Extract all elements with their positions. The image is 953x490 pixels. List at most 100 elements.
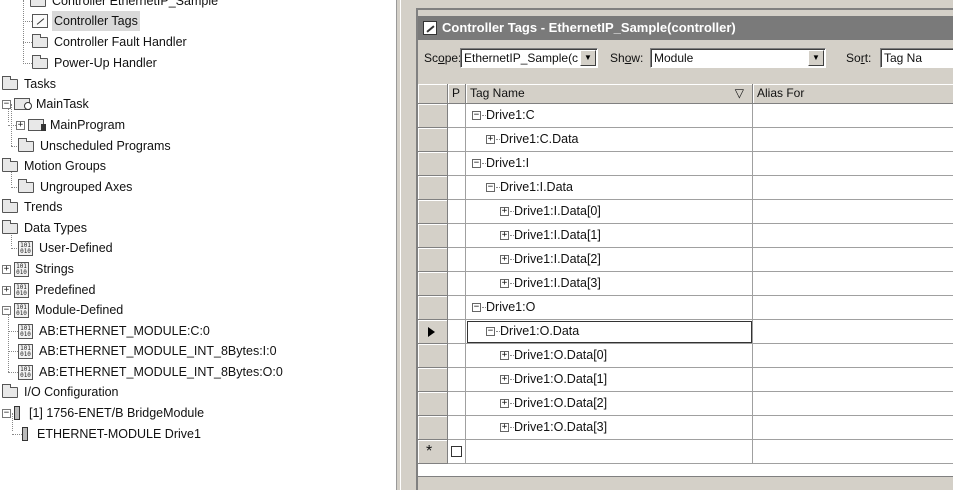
alias-for-cell[interactable] — [753, 392, 953, 416]
alias-for-cell[interactable] — [753, 248, 953, 272]
collapse-icon[interactable]: − — [2, 99, 11, 109]
tree-item[interactable]: − MainTask — [2, 94, 91, 114]
collapse-icon[interactable]: − — [472, 159, 481, 168]
pane-splitter[interactable] — [396, 0, 408, 490]
alias-for-cell[interactable] — [753, 296, 953, 320]
alias-for-cell[interactable] — [753, 200, 953, 224]
expand-icon[interactable]: + — [500, 207, 509, 216]
produce-cell[interactable] — [448, 224, 466, 248]
new-tag-row[interactable]: * — [418, 440, 953, 464]
show-dropdown[interactable]: Module ▼ — [650, 48, 826, 68]
table-row[interactable]: − Drive1:C — [418, 104, 953, 128]
tree-item[interactable]: Controller Tags — [32, 11, 140, 31]
expand-icon[interactable]: + — [500, 255, 509, 264]
row-selector[interactable] — [418, 176, 448, 200]
tag-name-cell[interactable]: − Drive1:O.Data — [466, 320, 753, 344]
expand-icon[interactable]: + — [16, 120, 25, 130]
tree-item[interactable]: 101 010 AB:ETHERNET_MODULE_INT_8Bytes:O:0 — [18, 362, 285, 382]
produce-cell[interactable] — [448, 272, 466, 296]
expand-icon[interactable]: + — [2, 285, 11, 295]
alias-for-cell[interactable] — [753, 272, 953, 296]
table-row[interactable]: − Drive1:O — [418, 296, 953, 320]
expand-icon[interactable]: + — [500, 399, 509, 408]
column-header-tag-name[interactable]: Tag Name ▽ — [466, 84, 753, 104]
collapse-icon[interactable]: − — [472, 111, 481, 120]
collapse-icon[interactable]: − — [486, 183, 495, 192]
tree-item[interactable]: I/O Configuration — [2, 382, 121, 402]
tree-item[interactable]: ETHERNET-MODULE Drive1 — [22, 424, 203, 444]
table-row[interactable]: − Drive1:O.Data — [418, 320, 953, 344]
tag-name-cell[interactable]: + Drive1:O.Data[1] — [466, 368, 753, 392]
produce-cell[interactable] — [448, 392, 466, 416]
collapse-icon[interactable]: − — [486, 327, 495, 336]
tag-name-cell[interactable]: − Drive1:O — [466, 296, 753, 320]
row-selector[interactable] — [418, 416, 448, 440]
alias-for-cell[interactable] — [753, 344, 953, 368]
alias-for-cell[interactable] — [753, 224, 953, 248]
produce-cell[interactable] — [448, 440, 466, 464]
tree-item[interactable]: Unscheduled Programs — [18, 136, 173, 156]
tag-name-cell[interactable]: + Drive1:I.Data[1] — [466, 224, 753, 248]
tag-name-cell[interactable]: + Drive1:I.Data[3] — [466, 272, 753, 296]
chevron-down-icon[interactable]: ▼ — [580, 50, 596, 66]
alias-for-cell[interactable] — [753, 368, 953, 392]
tree-item[interactable]: Controller Fault Handler — [32, 32, 189, 52]
produce-checkbox[interactable] — [451, 446, 462, 457]
expand-icon[interactable]: + — [500, 423, 509, 432]
produce-cell[interactable] — [448, 152, 466, 176]
tree-item[interactable]: Trends — [2, 197, 64, 217]
produce-cell[interactable] — [448, 368, 466, 392]
produce-cell[interactable] — [448, 176, 466, 200]
table-row[interactable]: − Drive1:I.Data — [418, 176, 953, 200]
produce-cell[interactable] — [448, 416, 466, 440]
tree-item[interactable]: Power-Up Handler — [32, 53, 159, 73]
tree-item[interactable]: Tasks — [2, 74, 58, 94]
tag-name-cell[interactable]: + Drive1:C.Data — [466, 128, 753, 152]
row-selector[interactable] — [418, 392, 448, 416]
produce-cell[interactable] — [448, 320, 466, 344]
row-selector[interactable] — [418, 344, 448, 368]
produce-cell[interactable] — [448, 296, 466, 320]
tree-item[interactable]: + MainProgram — [16, 115, 127, 135]
tree-item[interactable]: 101 010 User-Defined — [18, 238, 115, 258]
row-selector[interactable] — [418, 368, 448, 392]
tree-item[interactable]: − [1] 1756-ENET/B BridgeModule — [2, 403, 206, 423]
alias-for-cell[interactable] — [753, 152, 953, 176]
tag-name-cell[interactable]: + Drive1:O.Data[3] — [466, 416, 753, 440]
collapse-icon[interactable]: − — [2, 408, 11, 418]
table-row[interactable]: + Drive1:I.Data[0] — [418, 200, 953, 224]
expand-icon[interactable]: + — [500, 375, 509, 384]
table-row[interactable]: − Drive1:I — [418, 152, 953, 176]
collapse-icon[interactable]: − — [2, 305, 11, 315]
tag-name-cell[interactable]: + Drive1:I.Data[0] — [466, 200, 753, 224]
tag-name-cell[interactable]: − Drive1:I — [466, 152, 753, 176]
row-selector[interactable] — [418, 200, 448, 224]
tag-name-cell[interactable] — [466, 440, 753, 464]
alias-for-cell[interactable] — [753, 104, 953, 128]
row-selector[interactable] — [418, 104, 448, 128]
window-titlebar[interactable]: Controller Tags - EthernetIP_Sample(cont… — [418, 16, 953, 40]
tree-item[interactable]: 101 010 AB:ETHERNET_MODULE:C:0 — [18, 321, 212, 341]
tree-item[interactable]: −101 010 Module-Defined — [2, 300, 125, 320]
tree-item[interactable]: +101 010 Strings — [2, 259, 76, 279]
sort-dropdown[interactable]: Tag Na — [880, 48, 953, 68]
row-selector[interactable] — [418, 272, 448, 296]
expand-icon[interactable]: + — [500, 231, 509, 240]
produce-cell[interactable] — [448, 104, 466, 128]
column-header-p[interactable]: P — [448, 84, 466, 104]
table-row[interactable]: + Drive1:I.Data[2] — [418, 248, 953, 272]
row-selector[interactable] — [418, 248, 448, 272]
tree-item[interactable]: Controller EthernetIP_Sample — [30, 0, 220, 11]
tag-name-cell[interactable]: + Drive1:O.Data[0] — [466, 344, 753, 368]
table-row[interactable]: + Drive1:C.Data — [418, 128, 953, 152]
expand-icon[interactable]: + — [486, 135, 495, 144]
expand-icon[interactable]: + — [500, 279, 509, 288]
alias-for-cell[interactable] — [753, 128, 953, 152]
column-header-alias-for[interactable]: Alias For — [753, 84, 953, 104]
expand-icon[interactable]: + — [500, 351, 509, 360]
alias-for-cell[interactable] — [753, 320, 953, 344]
row-selector[interactable] — [418, 320, 448, 344]
row-selector[interactable] — [418, 224, 448, 248]
produce-cell[interactable] — [448, 248, 466, 272]
tree-item[interactable]: +101 010 Predefined — [2, 280, 97, 300]
